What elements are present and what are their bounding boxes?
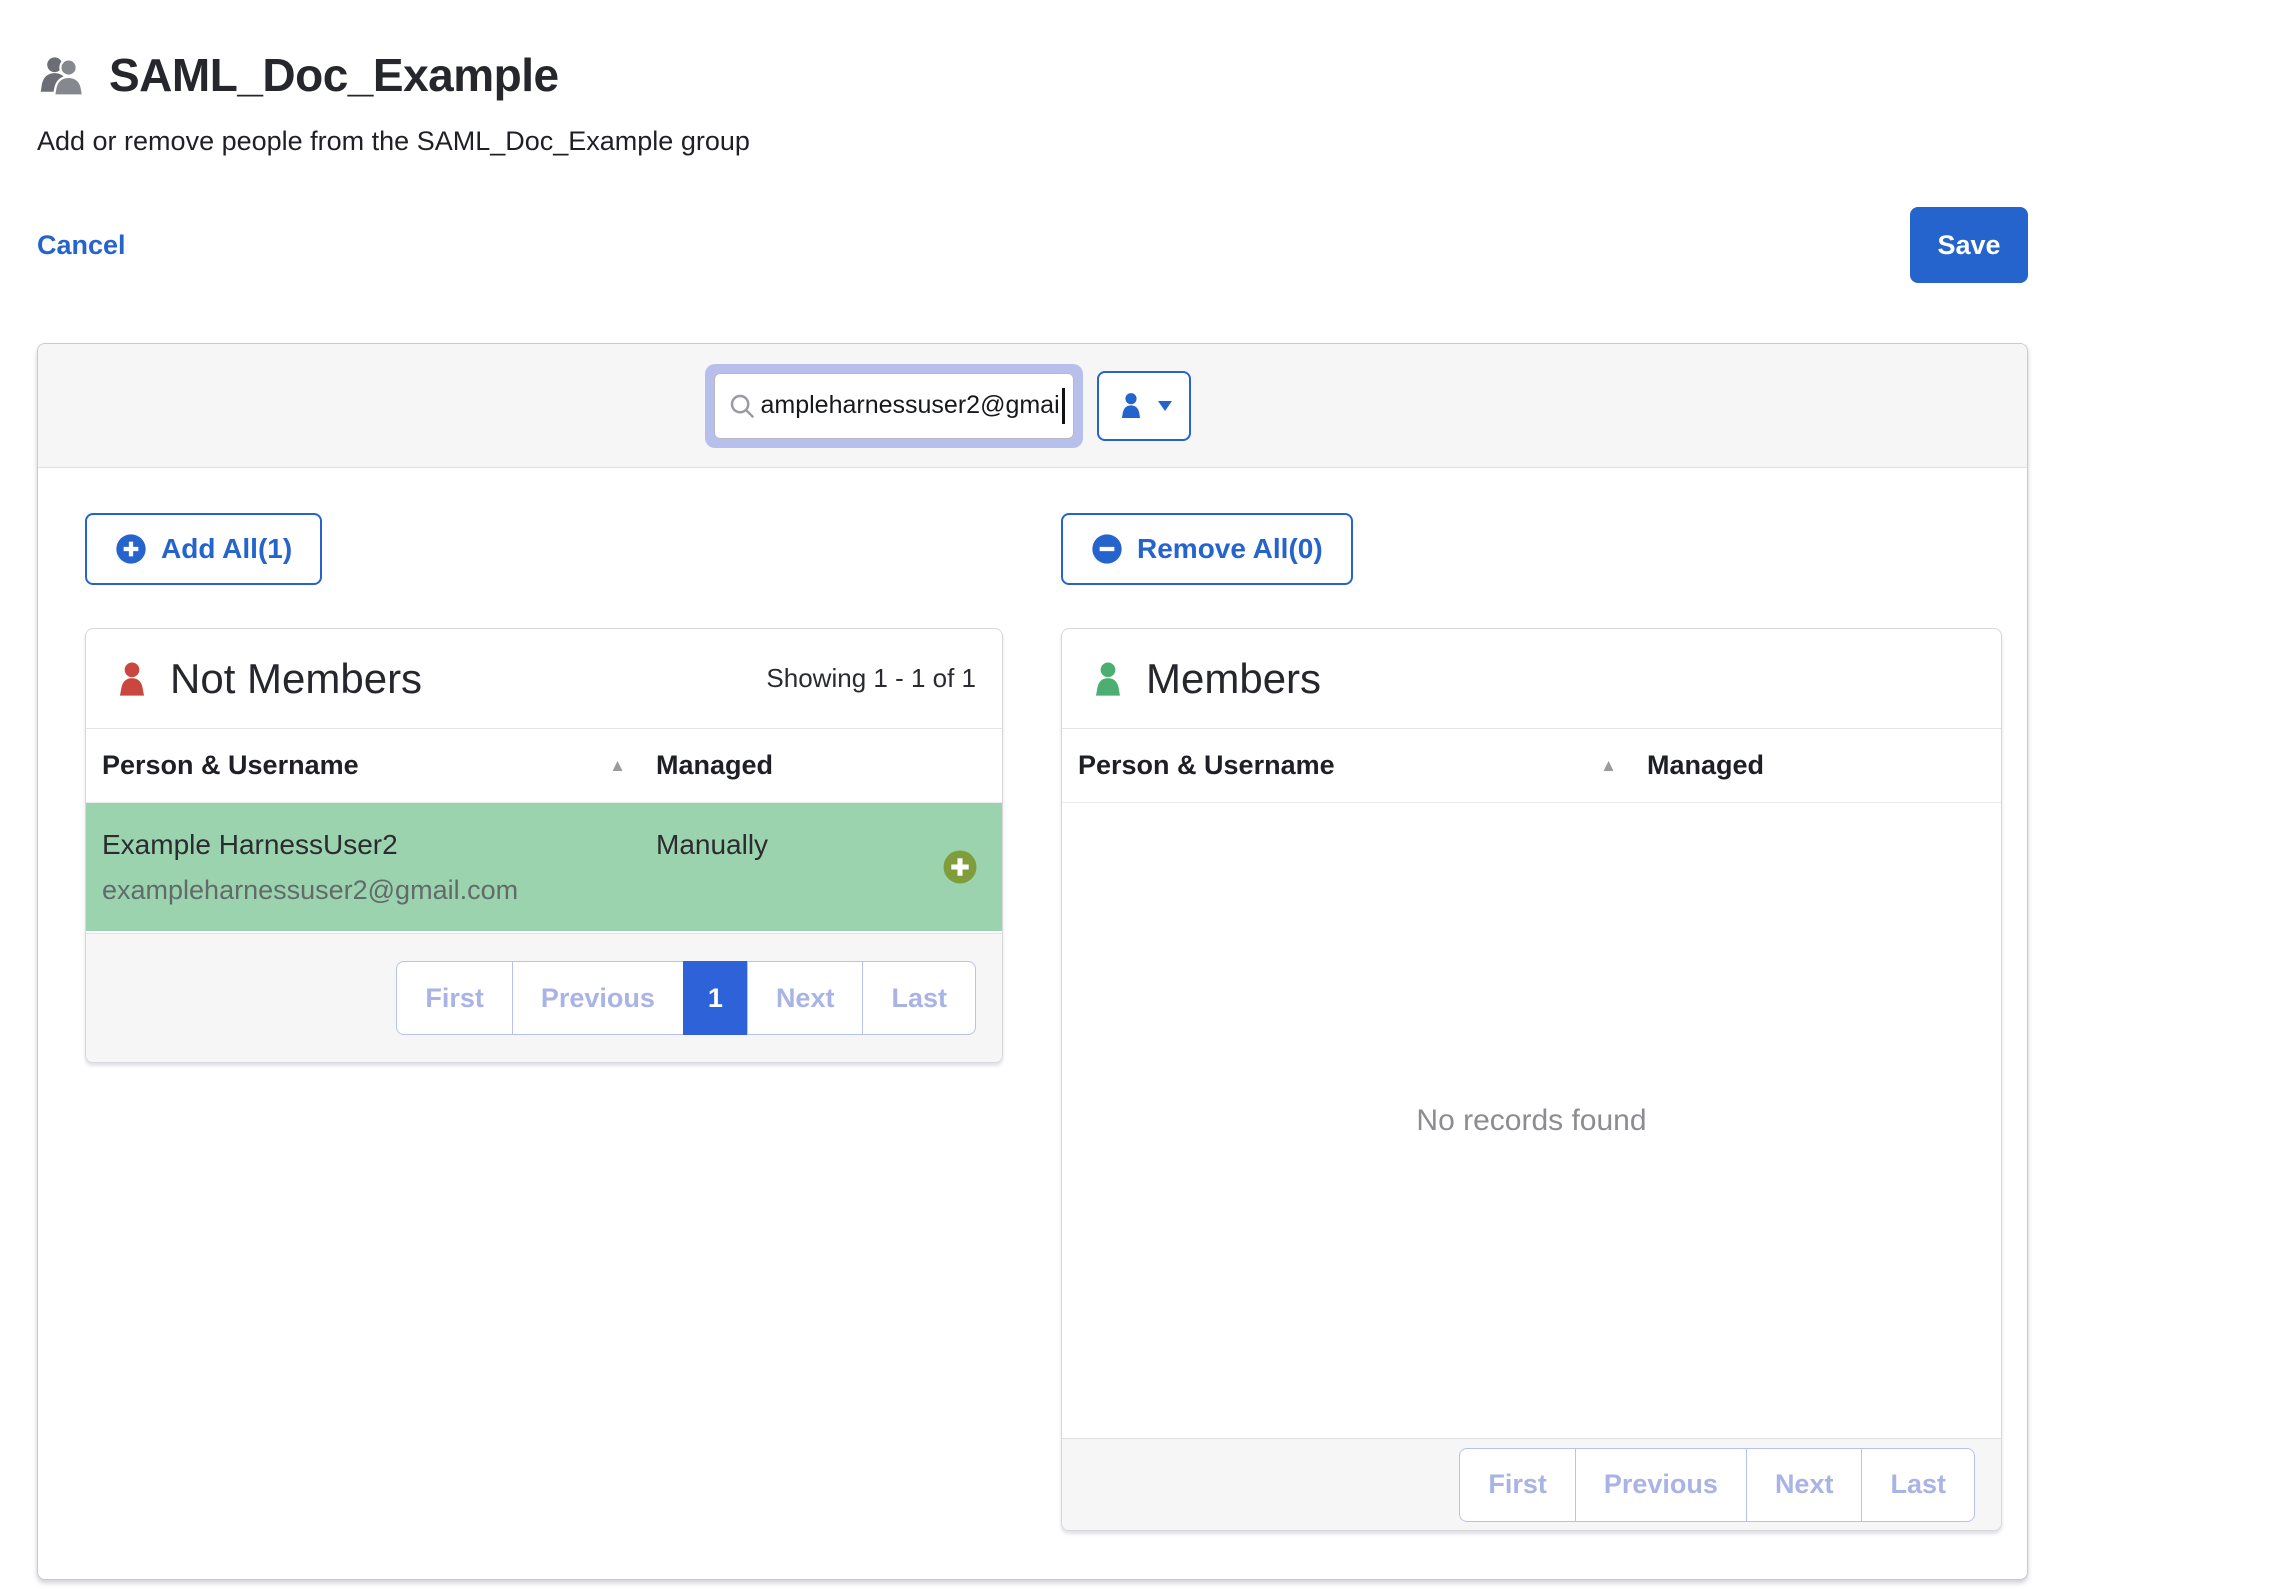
group-membership-page: SAML_Doc_Example Add or remove people fr… [0, 0, 2028, 1580]
save-button[interactable]: Save [1910, 207, 2028, 283]
search-strip: ampleharnessuser2@gmail.com) [38, 344, 2027, 468]
members-panel: Members Person & Username ▲ Managed No r… [1061, 628, 2002, 1531]
search-group: ampleharnessuser2@gmail.com) [705, 364, 1191, 448]
sort-person-username[interactable]: Person & Username ▲ [102, 750, 632, 781]
not-members-panel: Not Members Showing 1 - 1 of 1 Person & … [85, 628, 1003, 1063]
pagination-last[interactable]: Last [862, 961, 976, 1035]
add-all-label: Add All(1) [161, 533, 292, 565]
pagination-next[interactable]: Next [747, 961, 864, 1035]
search-input[interactable]: ampleharnessuser2@gmail.com) [714, 373, 1074, 439]
person-green-icon [1088, 659, 1128, 699]
group-people-icon [37, 52, 89, 98]
table-row[interactable]: Example HarnessUser2 exampleharnessuser2… [86, 803, 1002, 933]
members-footer: First Previous Next Last [1062, 1438, 2001, 1530]
members-title: Members [1146, 655, 1321, 703]
sort-person-username[interactable]: Person & Username ▲ [1078, 750, 1623, 781]
search-focus-ring: ampleharnessuser2@gmail.com) [705, 364, 1083, 448]
pagination-next[interactable]: Next [1746, 1448, 1863, 1522]
column-person-username: Person & Username [102, 750, 359, 781]
members-empty-area: No records found [1062, 803, 2001, 1438]
sort-asc-icon: ▲ [1600, 756, 1617, 776]
page-header: SAML_Doc_Example [37, 48, 2028, 102]
header-actions: Cancel Save [37, 207, 2028, 283]
remove-all-button[interactable]: Remove All(0) [1061, 513, 1353, 585]
sort-asc-icon: ▲ [609, 756, 626, 776]
search-type-dropdown[interactable] [1097, 371, 1191, 441]
pagination-last[interactable]: Last [1861, 1448, 1975, 1522]
search-icon [727, 391, 761, 421]
members-header: Members [1062, 629, 2001, 729]
members-column-header: Person & Username ▲ Managed [1062, 729, 2001, 803]
pagination-first[interactable]: First [396, 961, 513, 1035]
row-person-cell: Example HarnessUser2 exampleharnessuser2… [102, 829, 632, 906]
editor-body: Add All(1) Remove All(0) [38, 468, 2027, 1579]
person-red-icon [112, 659, 152, 699]
page-subtitle: Add or remove people from the SAML_Doc_E… [37, 126, 2028, 157]
person-icon [1115, 390, 1147, 422]
not-members-column-header: Person & Username ▲ Managed [86, 729, 1002, 803]
chevron-down-icon [1157, 400, 1173, 412]
add-user-icon[interactable] [942, 849, 978, 885]
column-managed[interactable]: Managed [1647, 750, 1764, 781]
bulk-actions-row: Add All(1) Remove All(0) [85, 513, 2002, 585]
text-caret [1062, 388, 1065, 424]
not-members-showing: Showing 1 - 1 of 1 [766, 663, 976, 694]
membership-editor: ampleharnessuser2@gmail.com) [37, 343, 2028, 1580]
remove-all-label: Remove All(0) [1137, 533, 1323, 565]
row-name: Example HarnessUser2 [102, 829, 632, 861]
row-username: exampleharnessuser2@gmail.com [102, 875, 632, 906]
pagination-first[interactable]: First [1459, 1448, 1576, 1522]
plus-circle-icon [115, 533, 147, 565]
panels-row: Not Members Showing 1 - 1 of 1 Person & … [85, 628, 2002, 1531]
column-managed[interactable]: Managed [656, 750, 773, 781]
not-members-pagination: First Previous 1 Next Last [396, 961, 976, 1035]
row-managed: Manually [656, 829, 768, 861]
not-members-title: Not Members [170, 655, 422, 703]
pagination-previous[interactable]: Previous [512, 961, 684, 1035]
members-pagination: First Previous Next Last [1459, 1448, 1975, 1522]
empty-state-text: No records found [1416, 1104, 1646, 1138]
column-person-username: Person & Username [1078, 750, 1335, 781]
pagination-previous[interactable]: Previous [1575, 1448, 1747, 1522]
not-members-header: Not Members Showing 1 - 1 of 1 [86, 629, 1002, 729]
minus-circle-icon [1091, 533, 1123, 565]
add-all-button[interactable]: Add All(1) [85, 513, 322, 585]
cancel-link[interactable]: Cancel [37, 230, 126, 261]
page-title: SAML_Doc_Example [109, 48, 559, 102]
pagination-page-1[interactable]: 1 [683, 961, 748, 1035]
search-value: ampleharnessuser2@gmail.com) [761, 391, 1061, 420]
not-members-footer: First Previous 1 Next Last [86, 933, 1002, 1062]
